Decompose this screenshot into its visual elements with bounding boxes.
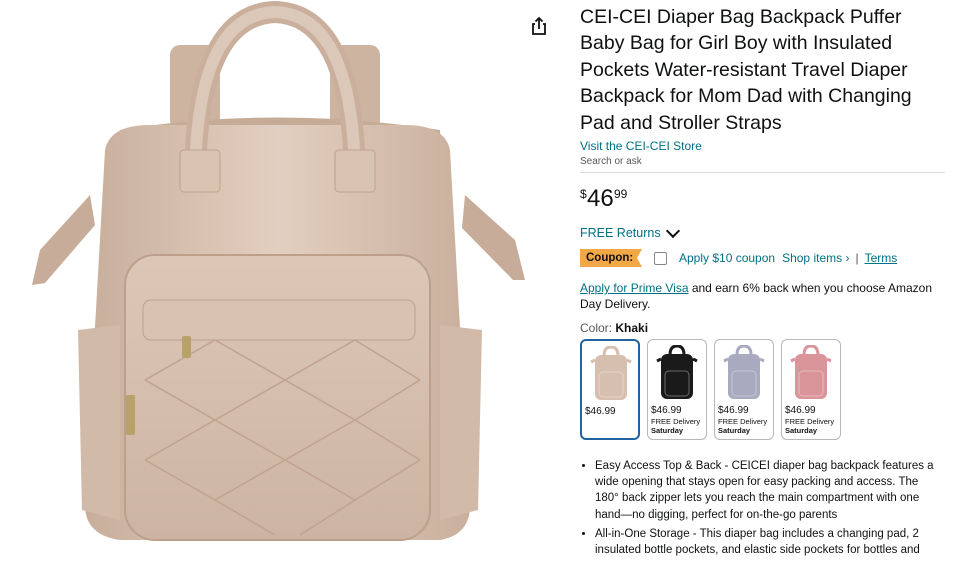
apply-coupon-label[interactable]: Apply $10 coupon — [679, 251, 775, 265]
coupon-badge: Coupon: — [580, 249, 642, 268]
share-button[interactable] — [527, 14, 551, 38]
chevron-down-icon — [665, 223, 680, 238]
swatch-price: $46.99 — [718, 405, 749, 417]
free-returns-label: FREE Returns — [580, 226, 661, 241]
search-or-ask[interactable]: Search or ask — [580, 156, 945, 167]
color-label: Color: Khaki — [580, 321, 945, 335]
divider — [580, 172, 945, 174]
swatch-price: $46.99 — [785, 405, 816, 417]
swatch-delivery-day: Saturday — [718, 426, 751, 436]
price-symbol: $ — [580, 187, 587, 202]
coupon-row: Coupon: Apply $10 coupon Shop items › | … — [580, 249, 945, 268]
color-selected: Khaki — [615, 321, 649, 336]
swatch-delivery: FREE Delivery — [718, 417, 768, 427]
product-title: CEI-CEI Diaper Bag Backpack Puffer Baby … — [580, 6, 912, 134]
swatch-price: $46.99 — [651, 405, 682, 417]
share-icon — [532, 16, 546, 35]
price-whole: 46 — [587, 185, 614, 213]
color-swatch[interactable]: $46.99 FREE Delivery Saturday — [714, 339, 774, 441]
terms-link[interactable]: Terms — [865, 251, 898, 265]
swatch-bag-image — [590, 346, 632, 401]
swatch-bag-image — [790, 345, 832, 400]
swatch-delivery: FREE Delivery — [785, 417, 835, 427]
swatch-delivery-day: Saturday — [785, 426, 818, 436]
swatch-delivery-day: Saturday — [651, 426, 684, 436]
coupon-checkbox[interactable] — [654, 251, 667, 265]
backpack-image — [32, 0, 525, 541]
prime-visa-offer: Apply for Prime Visa and earn 6% back wh… — [580, 280, 940, 312]
bullet-item: Easy Access Top & Back - CEICEI diaper b… — [595, 458, 945, 523]
feature-bullets: Easy Access Top & Back - CEICEI diaper b… — [580, 458, 945, 558]
color-swatch[interactable]: $46.99 — [580, 339, 640, 441]
product-info: CEI-CEI Diaper Bag Backpack Puffer Baby … — [580, 4, 945, 561]
prime-visa-link[interactable]: Apply for Prime Visa — [580, 281, 689, 295]
color-swatch[interactable]: $46.99 FREE Delivery Saturday — [781, 339, 841, 441]
swatch-price: $46.99 — [585, 406, 616, 418]
store-link[interactable]: Visit the CEI-CEI Store — [580, 139, 945, 153]
price: $ 46 99 — [580, 185, 945, 215]
bullet-item: All-in-One Storage - This diaper bag inc… — [595, 526, 945, 558]
swatch-delivery: FREE Delivery — [651, 417, 701, 427]
color-swatches: $46.99 $46.99 FREE Delivery Saturday $46.99 F… — [580, 339, 945, 441]
swatch-bag-image — [656, 345, 698, 400]
product-image[interactable] — [0, 0, 560, 559]
color-prefix: Color: — [580, 321, 616, 336]
price-fraction: 99 — [614, 187, 628, 202]
swatch-bag-image — [723, 345, 765, 400]
color-swatch[interactable]: $46.99 FREE Delivery Saturday — [647, 339, 707, 441]
free-returns-link[interactable]: FREE Returns — [580, 223, 945, 241]
shop-items-link[interactable]: Shop items › — [782, 251, 849, 265]
separator: | — [855, 251, 859, 266]
